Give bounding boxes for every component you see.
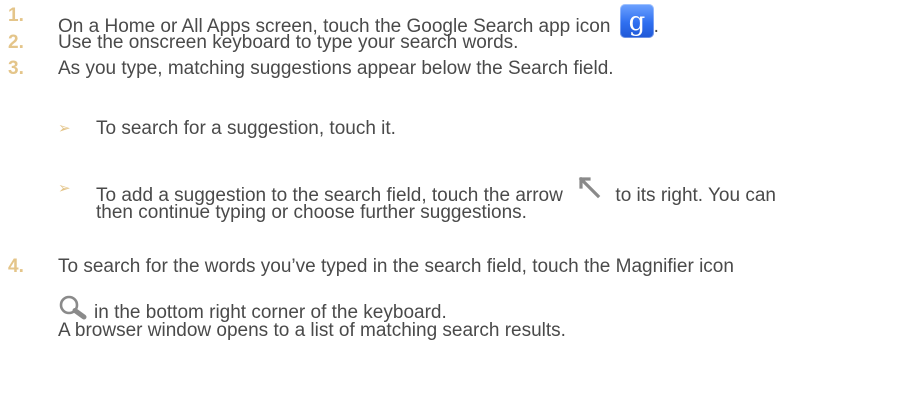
- bullet-text: To search for a suggestion, touch it.: [96, 118, 396, 139]
- step-number: 1.: [8, 5, 24, 26]
- step-text-line3: A browser window opens to a list of matc…: [58, 320, 566, 341]
- step-number: 4.: [8, 256, 24, 277]
- bullet-text-end: to its right. You can: [615, 185, 776, 206]
- bullet-text-line2: then continue typing or choose further s…: [96, 202, 527, 223]
- up-left-arrow-icon: [578, 176, 602, 206]
- step-text: As you type, matching suggestions appear…: [58, 58, 614, 79]
- bullet-arrow-icon: ➢: [58, 180, 71, 197]
- step-text: Use the onscreen keyboard to type your s…: [58, 32, 519, 53]
- step-number: 3.: [8, 58, 24, 79]
- step-number: 2.: [8, 32, 24, 53]
- bullet-arrow-icon: ➢: [58, 120, 71, 137]
- step-text-end: .: [653, 16, 659, 37]
- step-text: To search for the words you’ve typed in …: [58, 256, 734, 277]
- google-search-app-icon: g: [619, 4, 654, 38]
- svg-text:g: g: [628, 7, 645, 37]
